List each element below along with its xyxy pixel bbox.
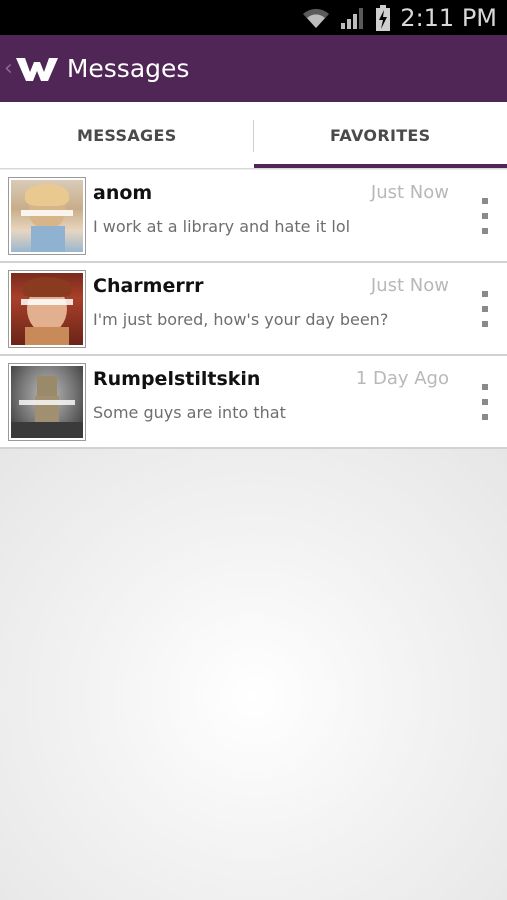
- overflow-menu-icon[interactable]: [477, 384, 493, 420]
- message-time: Just Now: [370, 275, 449, 296]
- tab-selected-indicator: [253, 164, 507, 168]
- user-photo-icon: [11, 366, 83, 438]
- message-time: Just Now: [370, 182, 449, 203]
- tab-favorites-label: FAVORITES: [330, 125, 431, 145]
- avatar[interactable]: [8, 363, 86, 441]
- status-bar: 2:11 PM: [0, 0, 507, 35]
- status-time: 2:11 PM: [400, 3, 497, 32]
- action-bar: ‹ Messages: [0, 35, 507, 102]
- signal-icon: [341, 7, 364, 29]
- tab-messages[interactable]: MESSAGES: [0, 102, 254, 168]
- overflow-menu-icon[interactable]: [477, 198, 493, 234]
- list-empty-background: [0, 449, 507, 900]
- tab-favorites[interactable]: FAVORITES: [253, 102, 507, 168]
- conversation-row[interactable]: anom Just Now I work at a library and ha…: [0, 170, 507, 263]
- contact-name: Rumpelstiltskin: [93, 368, 261, 390]
- page-title: Messages: [66, 54, 190, 83]
- battery-charging-icon: [376, 4, 391, 31]
- message-time: 1 Day Ago: [355, 368, 449, 389]
- w-logo-icon[interactable]: [15, 55, 59, 83]
- user-photo-icon: [11, 273, 83, 345]
- avatar[interactable]: [8, 177, 86, 255]
- message-preview: Some guys are into that: [93, 403, 286, 422]
- chevron-left-icon[interactable]: ‹: [4, 56, 13, 81]
- conversation-list: anom Just Now I work at a library and ha…: [0, 170, 507, 449]
- contact-name: anom: [93, 182, 153, 204]
- tab-messages-label: MESSAGES: [76, 125, 177, 145]
- tab-bar: MESSAGES FAVORITES: [0, 102, 507, 169]
- conversation-row[interactable]: Rumpelstiltskin 1 Day Ago Some guys are …: [0, 356, 507, 449]
- message-preview: I'm just bored, how's your day been?: [93, 310, 389, 329]
- avatar[interactable]: [8, 270, 86, 348]
- overflow-menu-icon[interactable]: [477, 291, 493, 327]
- contact-name: Charmerrr: [93, 275, 204, 297]
- conversation-row[interactable]: Charmerrr Just Now I'm just bored, how's…: [0, 263, 507, 356]
- message-preview: I work at a library and hate it lol: [93, 217, 351, 236]
- user-photo-icon: [11, 180, 83, 252]
- wifi-icon: [303, 8, 330, 28]
